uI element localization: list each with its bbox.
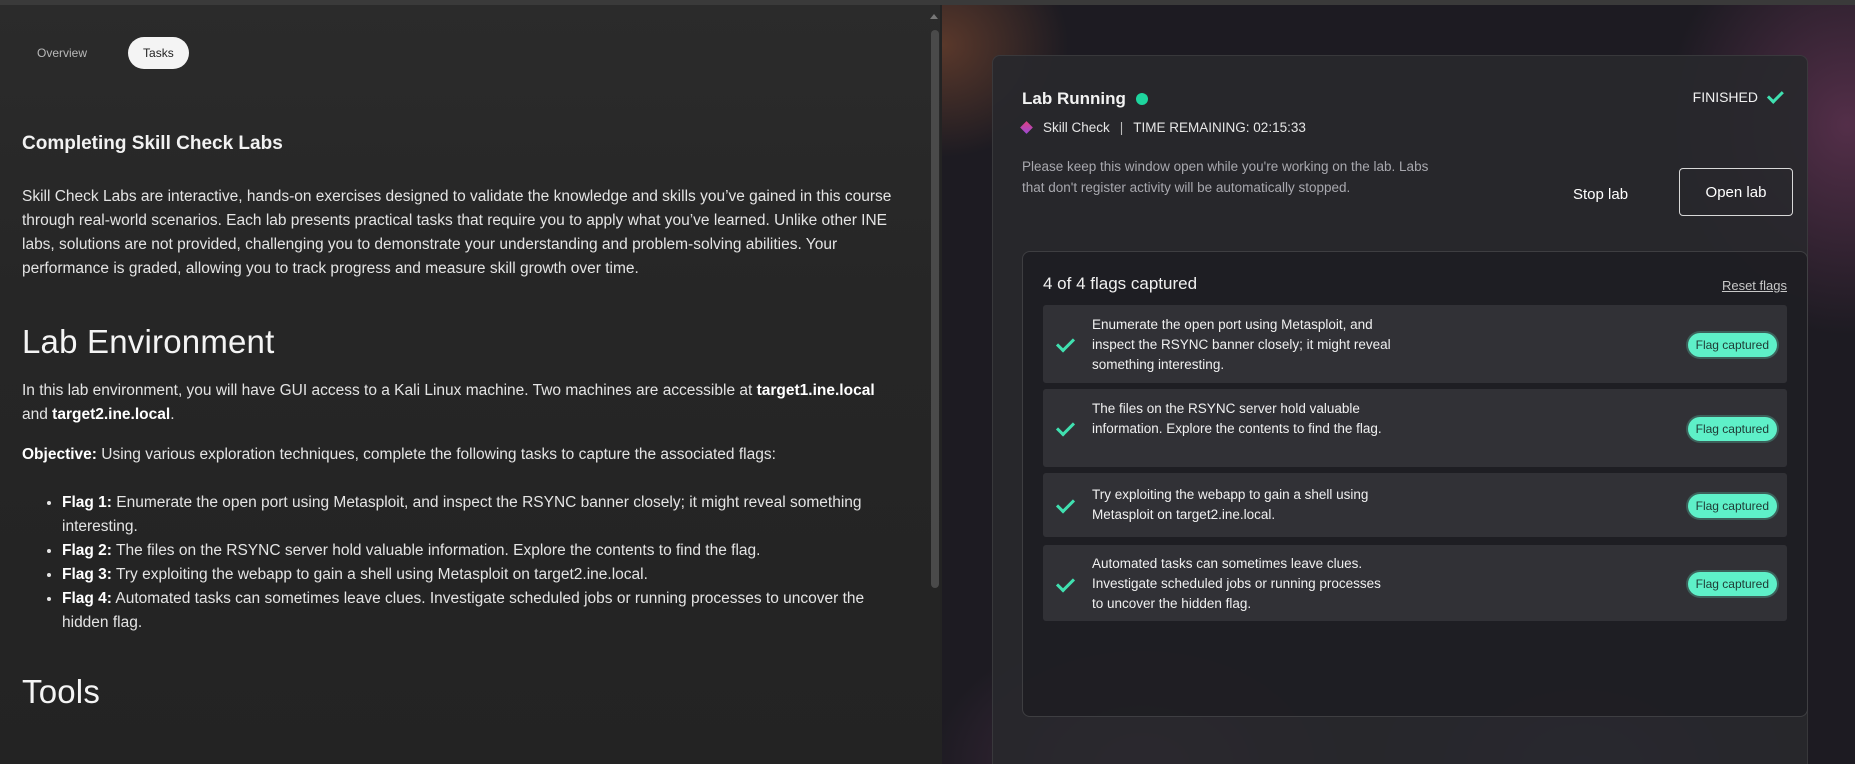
flag-row: Enumerate the open port using Metasploit…	[1043, 305, 1787, 383]
lab-env-and: and	[22, 406, 53, 423]
flag-row: The files on the RSYNC server hold valua…	[1043, 389, 1787, 467]
skill-check-diamond-icon	[1020, 121, 1033, 134]
finished-status: FINISHED	[1692, 86, 1785, 105]
activity-notice: Please keep this window open while you'r…	[1022, 159, 1429, 195]
objective-label: Objective:	[22, 446, 97, 463]
scroll-up-arrow-icon[interactable]	[930, 14, 938, 19]
check-icon	[1055, 333, 1076, 353]
flag-task-list: Flag 1: Enumerate the open port using Me…	[22, 491, 892, 635]
lab-meta-row: Skill Check | TIME REMAINING: 02:15:33	[1020, 120, 1306, 135]
flag-row-text: Enumerate the open port using Metasploit…	[1092, 317, 1391, 372]
flag-captured-badge: Flag captured	[1687, 572, 1777, 596]
flag-captured-badge: Flag captured	[1687, 494, 1777, 518]
check-icon	[1055, 494, 1076, 514]
flag-label: Flag 2:	[62, 542, 112, 559]
flag-text: Enumerate the open port using Metasploit…	[62, 494, 862, 535]
tab-overview[interactable]: Overview	[22, 37, 102, 69]
list-item: Flag 2: The files on the RSYNC server ho…	[62, 539, 892, 563]
lab-status-card: Lab Running Skill Check | TIME REMAINING…	[992, 55, 1808, 764]
list-item: Flag 3: Try exploiting the webapp to gai…	[62, 563, 892, 587]
lab-env-suffix: .	[170, 406, 175, 423]
objective-text: Objective: Using various exploration tec…	[22, 443, 892, 467]
flag-row-text: Automated tasks can sometimes leave clue…	[1092, 556, 1381, 611]
lab-environment-heading: Lab Environment	[22, 323, 275, 360]
list-item: Flag 1: Enumerate the open port using Me…	[62, 491, 892, 539]
section-body: Skill Check Labs are interactive, hands-…	[22, 188, 892, 277]
tab-tasks[interactable]: Tasks	[128, 37, 189, 69]
instructions-content: Completing Skill Check Labs Skill Check …	[22, 133, 892, 729]
flag-row: Try exploiting the webapp to gain a shel…	[1043, 473, 1787, 537]
lab-env-prefix: In this lab environment, you will have G…	[22, 382, 757, 399]
flag-text: Try exploiting the webapp to gain a shel…	[111, 566, 648, 583]
skill-check-label: Skill Check	[1043, 120, 1110, 135]
flag-text: Automated tasks can sometimes leave clue…	[62, 590, 865, 631]
tab-bar: Overview Tasks	[22, 37, 189, 69]
lab-environment-text: In this lab environment, you will have G…	[22, 379, 892, 427]
flag-row: Automated tasks can sometimes leave clue…	[1043, 545, 1787, 621]
meta-separator: |	[1119, 120, 1124, 135]
check-icon	[1055, 417, 1076, 437]
lab-status-title: Lab Running	[1022, 89, 1126, 108]
target2-host: target2.ine.local	[52, 406, 171, 423]
stop-lab-button[interactable]: Stop lab	[1559, 176, 1642, 213]
tools-heading: Tools	[22, 673, 101, 710]
flag-label: Flag 3:	[62, 566, 112, 583]
check-icon	[1055, 573, 1076, 593]
open-lab-button[interactable]: Open lab	[1679, 168, 1793, 216]
flag-label: Flag 1:	[62, 494, 112, 511]
scrollbar-thumb[interactable]	[931, 30, 939, 588]
flag-captured-badge: Flag captured	[1687, 333, 1777, 357]
flag-label: Flag 4:	[62, 590, 112, 607]
reset-flags-link[interactable]: Reset flags	[1722, 278, 1787, 293]
finished-label: FINISHED	[1692, 89, 1758, 105]
flag-row-text: Try exploiting the webapp to gain a shel…	[1092, 487, 1369, 522]
objective-body: Using various exploration techniques, co…	[96, 446, 776, 463]
time-remaining: TIME REMAINING: 02:15:33	[1133, 120, 1306, 135]
running-indicator-icon	[1135, 93, 1148, 105]
target1-host: target1.ine.local	[756, 382, 875, 399]
flag-captured-badge: Flag captured	[1687, 417, 1777, 441]
flags-panel: 4 of 4 flags captured Reset flags Enumer…	[1022, 251, 1808, 717]
list-item: Flag 4: Automated tasks can sometimes le…	[62, 587, 892, 635]
check-icon	[1766, 86, 1784, 104]
flags-count: 4 of 4 flags captured	[1043, 274, 1198, 293]
instructions-panel: Overview Tasks Completing Skill Check La…	[0, 5, 940, 764]
lab-control-panel: Lab Running Skill Check | TIME REMAINING…	[942, 5, 1855, 764]
flag-text: The files on the RSYNC server hold valua…	[111, 542, 761, 559]
section-title: Completing Skill Check Labs	[22, 133, 283, 154]
flag-row-text: The files on the RSYNC server hold valua…	[1092, 401, 1382, 436]
lab-status-row: Lab Running	[1022, 89, 1148, 109]
